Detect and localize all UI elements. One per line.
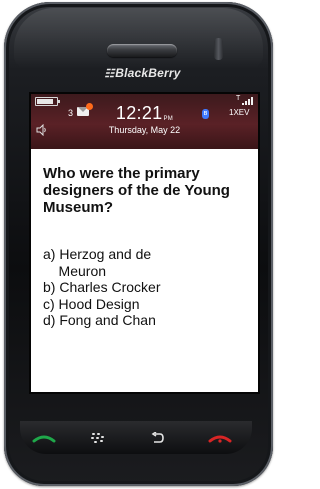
back-arrow-icon xyxy=(151,431,164,443)
clock: 12:21PM xyxy=(31,103,258,124)
menu-key[interactable] xyxy=(68,421,129,454)
convenience-key[interactable] xyxy=(214,38,223,60)
clock-time: 12:21 xyxy=(115,103,163,123)
earpiece-speaker xyxy=(107,44,177,57)
brand-name: BlackBerry xyxy=(115,66,181,80)
end-key[interactable] xyxy=(188,421,252,454)
answer-option[interactable]: c) Hood Design xyxy=(43,296,253,313)
answer-option[interactable]: a) Herzog and de Meuron xyxy=(43,246,253,279)
bluetooth-icon: ʙ xyxy=(202,109,209,119)
blackberry-logo-icon: ☷ xyxy=(104,68,114,80)
back-key[interactable] xyxy=(128,421,189,454)
status-bar: 3 12:21PM Thursday, May 22 ʙ T 1XEV xyxy=(31,94,258,149)
answer-list: a) Herzog and de Meuron b) Charles Crock… xyxy=(43,246,253,329)
speaker-icon[interactable] xyxy=(36,124,48,136)
blackberry-menu-icon xyxy=(91,432,104,443)
phone-screen: 3 12:21PM Thursday, May 22 ʙ T 1XEV Who … xyxy=(31,94,258,392)
date: Thursday, May 22 xyxy=(108,125,181,135)
brand-logo: ☷ BlackBerry xyxy=(4,66,281,80)
answer-option[interactable]: b) Charles Crocker xyxy=(43,279,253,296)
signal-label: T xyxy=(236,95,241,102)
clock-ampm: PM xyxy=(163,116,174,122)
signal-bars-icon xyxy=(242,97,254,105)
phone-call-icon xyxy=(32,435,56,442)
hardware-key-bar xyxy=(12,421,265,454)
send-key[interactable] xyxy=(20,421,69,454)
network-type: 1XEV xyxy=(229,108,250,117)
end-call-icon xyxy=(208,435,232,443)
quiz-question: Who were the primary designers of the de… xyxy=(43,165,230,216)
answer-option[interactable]: d) Fong and Chan xyxy=(43,312,253,329)
